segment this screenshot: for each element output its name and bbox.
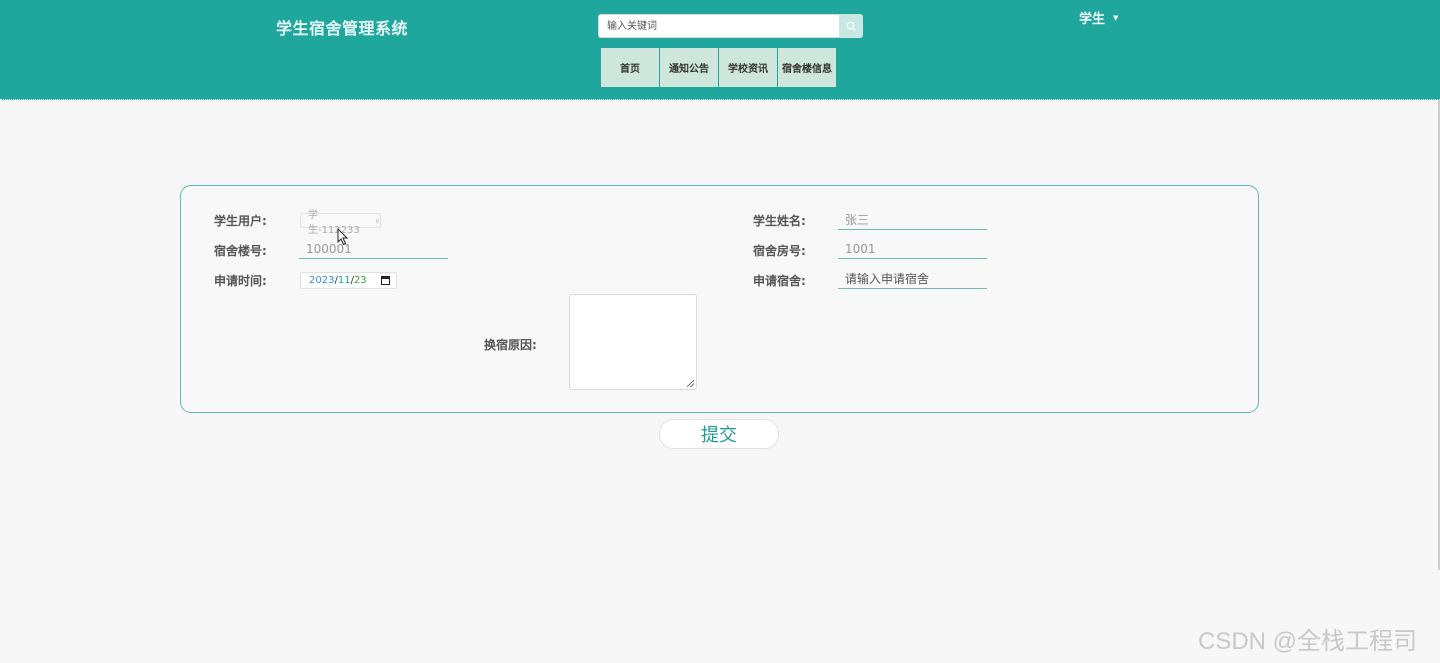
- nav-notices[interactable]: 通知公告: [660, 48, 718, 87]
- apply-time-label: 申请时间:: [214, 274, 267, 288]
- search-icon: [846, 21, 856, 31]
- app-title: 学生宿舍管理系统: [276, 19, 409, 38]
- main-nav: 首页 通知公告 学校资讯 宿舍楼信息: [601, 48, 836, 87]
- user-menu[interactable]: 学生 ▼: [1079, 8, 1118, 27]
- student-user-select[interactable]: 学生-112233 ∨: [300, 210, 381, 236]
- header-bar: 学生宿舍管理系统 学生 ▼ 首页 通知公告 学校资讯 宿舍楼信息: [0, 0, 1440, 100]
- date-month: 11: [337, 275, 351, 286]
- building-no-field[interactable]: [299, 239, 448, 259]
- mouse-cursor-icon: [337, 228, 349, 246]
- caret-down-icon: ▼: [1113, 13, 1119, 22]
- reason-textarea[interactable]: [569, 294, 697, 390]
- apply-time-date-input[interactable]: 2023/11/23: [300, 272, 397, 289]
- apply-dorm-label: 申请宿舍:: [753, 274, 806, 288]
- search-button[interactable]: [839, 14, 863, 38]
- student-name-label: 学生姓名:: [753, 214, 806, 228]
- resize-handle-icon[interactable]: [687, 380, 694, 387]
- dorm-change-form: 学生用户: 学生-112233 ∨ 学生姓名: 宿舍楼号: 宿舍房号: 申请时间…: [180, 185, 1259, 413]
- room-no-field[interactable]: [838, 239, 987, 259]
- building-no-label: 宿舍楼号:: [214, 244, 267, 258]
- search-input[interactable]: [598, 14, 839, 38]
- search-bar: [598, 14, 863, 38]
- apply-dorm-field[interactable]: [838, 269, 987, 289]
- user-label: 学生: [1079, 12, 1106, 27]
- student-name-field[interactable]: [838, 210, 987, 230]
- nav-school-news[interactable]: 学校资讯: [719, 48, 777, 87]
- date-year: 2023: [309, 275, 335, 286]
- reason-label: 换宿原因:: [484, 338, 537, 352]
- date-day: 23: [353, 275, 367, 286]
- chevron-down-icon: ∨: [374, 216, 380, 225]
- nav-dorm-buildings[interactable]: 宿舍楼信息: [778, 48, 836, 87]
- submit-button[interactable]: 提交: [659, 419, 779, 449]
- student-user-label: 学生用户:: [214, 214, 267, 228]
- calendar-icon[interactable]: [381, 276, 390, 285]
- nav-home[interactable]: 首页: [601, 48, 659, 87]
- room-no-label: 宿舍房号:: [753, 244, 806, 258]
- watermark: CSDN @全栈工程司: [1198, 628, 1418, 655]
